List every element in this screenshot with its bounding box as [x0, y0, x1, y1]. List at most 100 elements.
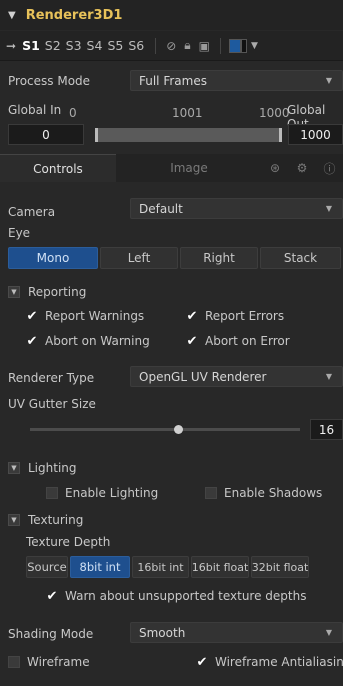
checkmark-icon: ✔: [46, 588, 58, 604]
texture-depth-8bit-button[interactable]: 8bit int: [70, 556, 130, 578]
version-s4[interactable]: S4: [87, 38, 103, 53]
texturing-label: Texturing: [28, 513, 84, 527]
collapse-icon[interactable]: ▼: [8, 286, 20, 298]
enable-lighting-checkbox[interactable]: Enable Lighting: [46, 486, 158, 500]
process-mode-value: Full Frames: [139, 73, 207, 88]
shading-mode-label: Shading Mode: [8, 627, 94, 641]
save-icon[interactable]: ▣: [199, 39, 210, 53]
camera-value: Default: [139, 201, 183, 216]
global-in-field[interactable]: 0: [8, 124, 84, 145]
inspector-panel: ▼ Renderer3D1 ➞ S1 S2 S3 S4 S5 S6 ⊘ 🔒︎ ▣…: [0, 0, 343, 686]
checkbox-box: [46, 487, 58, 499]
eye-right-button[interactable]: Right: [180, 247, 258, 269]
reporting-label: Reporting: [28, 285, 87, 299]
texture-depth-32bit-float-button[interactable]: 32bit float: [251, 556, 309, 578]
report-errors-label: Report Errors: [205, 309, 285, 323]
range-end-value: 1000: [259, 106, 290, 120]
lock-icon[interactable]: 🔒︎: [184, 38, 190, 53]
abort-on-warning-label: Abort on Warning: [45, 334, 150, 348]
wireframe-label: Wireframe: [27, 655, 90, 669]
process-mode-dropdown[interactable]: Full Frames ▼: [130, 70, 343, 91]
wireframe-antialiasing-label: Wireframe Antialiasing: [215, 655, 343, 669]
renderer-type-value: OpenGL UV Renderer: [139, 369, 267, 384]
texture-depth-label: Texture Depth: [26, 535, 111, 549]
version-s6[interactable]: S6: [128, 38, 144, 53]
tab-settings-gear-icon[interactable]: ⚙: [288, 154, 316, 182]
collapse-icon[interactable]: ▼: [8, 514, 20, 526]
collapse-chevron-icon[interactable]: ▼: [8, 10, 16, 21]
eye-mono-button[interactable]: Mono: [8, 247, 98, 269]
checkmark-icon: ✔: [186, 308, 198, 324]
uv-gutter-label: UV Gutter Size: [8, 397, 96, 411]
node-header[interactable]: ▼ Renderer3D1: [0, 0, 343, 30]
chevron-down-icon: ▼: [325, 204, 332, 213]
report-errors-checkbox[interactable]: ✔ Report Errors: [186, 308, 285, 324]
lighting-section[interactable]: ▼ Lighting: [8, 461, 77, 475]
renderer-type-dropdown[interactable]: OpenGL UV Renderer ▼: [130, 366, 343, 387]
tab-controls[interactable]: Controls: [0, 154, 116, 182]
chevron-down-icon: ▼: [325, 76, 332, 85]
report-warnings-checkbox[interactable]: ✔ Report Warnings: [26, 308, 145, 324]
texture-depth-selector: Source 8bit int 16bit int 16bit float 32…: [26, 556, 311, 578]
eye-left-button[interactable]: Left: [100, 247, 178, 269]
abort-on-error-checkbox[interactable]: ✔ Abort on Error: [186, 333, 290, 349]
abort-on-error-label: Abort on Error: [205, 334, 290, 348]
texture-depth-16bit-float-button[interactable]: 16bit float: [191, 556, 249, 578]
global-range-slider[interactable]: [95, 128, 282, 142]
version-s3[interactable]: S3: [66, 38, 82, 53]
checkmark-icon: ✔: [186, 333, 198, 349]
checkmark-icon: ✔: [26, 333, 38, 349]
chevron-down-icon: ▼: [325, 628, 332, 637]
texturing-section[interactable]: ▼ Texturing: [8, 513, 83, 527]
pin-icon[interactable]: ➞: [6, 39, 16, 53]
version-s5[interactable]: S5: [107, 38, 123, 53]
texture-depth-source-button[interactable]: Source: [26, 556, 68, 578]
range-start-value: 0: [69, 106, 77, 120]
version-bar: ➞ S1 S2 S3 S4 S5 S6 ⊘ 🔒︎ ▣ ▼: [0, 31, 343, 61]
separator: [155, 37, 157, 54]
uv-gutter-slider-track[interactable]: [30, 428, 300, 431]
texture-depth-16bit-int-button[interactable]: 16bit int: [132, 556, 189, 578]
disable-icon[interactable]: ⊘: [166, 39, 176, 53]
tab-image[interactable]: Image: [116, 154, 262, 182]
tab-bar: Controls Image ⊛ ⚙ ⓘ: [0, 154, 343, 182]
collapse-icon[interactable]: ▼: [8, 462, 20, 474]
checkmark-icon: ✔: [196, 654, 208, 670]
checkbox-box: [205, 487, 217, 499]
uv-gutter-slider-thumb[interactable]: [174, 425, 183, 434]
uv-gutter-field[interactable]: 16: [310, 419, 343, 440]
camera-label: Camera: [8, 205, 56, 219]
color-swatch-secondary[interactable]: [241, 38, 248, 53]
checkmark-icon: ✔: [26, 308, 38, 324]
enable-shadows-checkbox[interactable]: Enable Shadows: [205, 486, 322, 500]
chevron-down-icon[interactable]: ▼: [251, 41, 258, 51]
wireframe-checkbox[interactable]: Wireframe: [8, 655, 90, 669]
separator: [220, 37, 222, 54]
camera-dropdown[interactable]: Default ▼: [130, 198, 343, 219]
tab-info-icon[interactable]: ⓘ: [316, 154, 343, 182]
lighting-label: Lighting: [28, 461, 77, 475]
shading-mode-dropdown[interactable]: Smooth ▼: [130, 622, 343, 643]
process-mode-label: Process Mode: [8, 74, 91, 88]
eye-label: Eye: [8, 226, 31, 240]
abort-on-warning-checkbox[interactable]: ✔ Abort on Warning: [26, 333, 150, 349]
shading-mode-value: Smooth: [139, 625, 186, 640]
enable-lighting-label: Enable Lighting: [65, 486, 159, 500]
range-mid-value: 1001: [172, 106, 203, 120]
eye-stack-button[interactable]: Stack: [260, 247, 341, 269]
enable-shadows-label: Enable Shadows: [224, 486, 323, 500]
report-warnings-label: Report Warnings: [45, 309, 145, 323]
version-s1[interactable]: S1: [22, 38, 40, 53]
node-title: Renderer3D1: [25, 7, 123, 23]
tab-transform-icon[interactable]: ⊛: [262, 154, 288, 182]
eye-selector: Mono Left Right Stack: [8, 247, 343, 269]
wireframe-antialiasing-checkbox[interactable]: ✔ Wireframe Antialiasing: [196, 654, 343, 670]
global-out-field[interactable]: 1000: [288, 124, 343, 145]
color-swatch[interactable]: [229, 38, 242, 53]
checkbox-box: [8, 656, 20, 668]
reporting-section[interactable]: ▼ Reporting: [8, 285, 86, 299]
renderer-type-label: Renderer Type: [8, 371, 95, 385]
version-s2[interactable]: S2: [45, 38, 61, 53]
global-in-label: Global In: [8, 103, 62, 117]
warn-unsupported-depths-checkbox[interactable]: ✔ Warn about unsupported texture depths: [46, 588, 307, 604]
